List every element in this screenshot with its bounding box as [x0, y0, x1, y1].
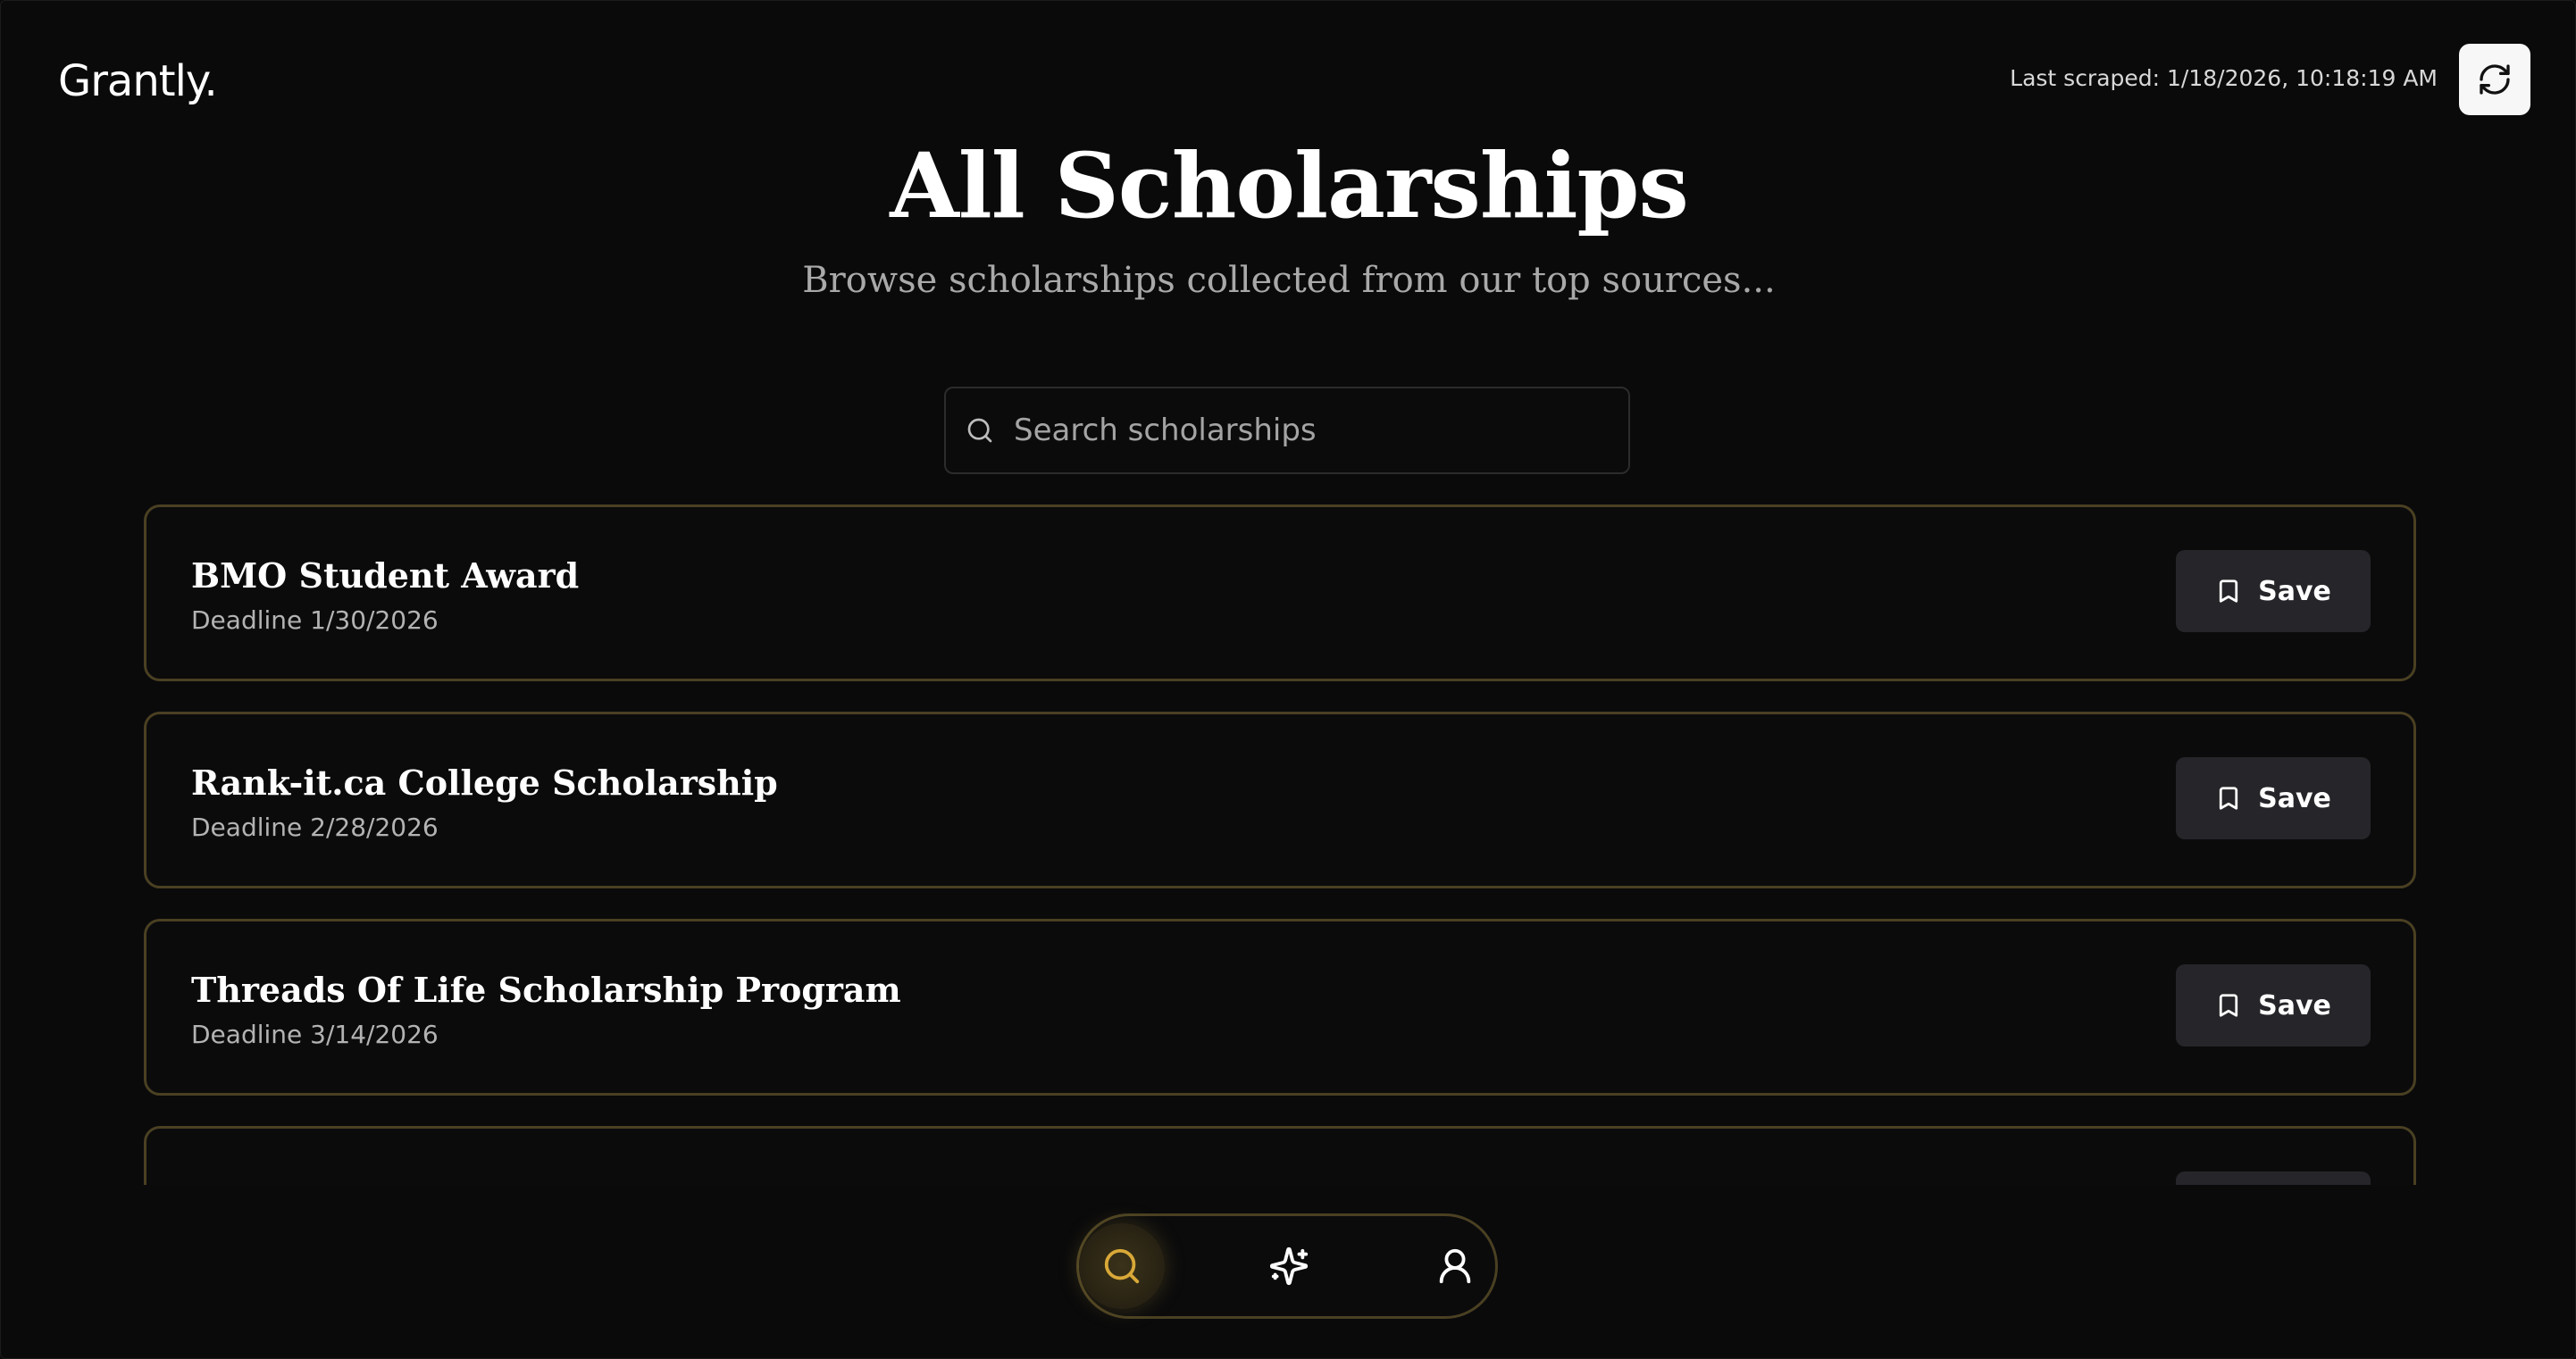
bookmark-icon	[2219, 787, 2238, 810]
scholarship-title[interactable]: Rank-it.ca College Scholarship	[191, 763, 778, 803]
save-button-label: Save	[2258, 782, 2331, 814]
save-button[interactable]	[2176, 1171, 2371, 1185]
bottom-nav	[1076, 1213, 1498, 1319]
scholarship-title[interactable]: BMO Student Award	[191, 555, 579, 596]
search-box[interactable]	[944, 387, 1630, 474]
refresh-button[interactable]	[2459, 44, 2530, 115]
scholarship-list[interactable]: BMO Student Award Deadline 1/30/2026 Sav…	[144, 504, 2416, 1185]
user-icon	[1439, 1248, 1471, 1284]
scholarship-card[interactable]: BMO Student Award Deadline 1/30/2026 Sav…	[144, 504, 2416, 681]
nav-search[interactable]	[1079, 1223, 1165, 1309]
scholarship-card[interactable]	[144, 1126, 2416, 1185]
scholarship-deadline: Deadline 1/30/2026	[191, 605, 439, 635]
save-button-label: Save	[2258, 575, 2331, 607]
search-icon	[1104, 1248, 1140, 1284]
scholarship-card[interactable]: Threads Of Life Scholarship Program Dead…	[144, 919, 2416, 1096]
app-window: Grantly. Last scraped: 1/18/2026, 10:18:…	[0, 0, 2576, 1359]
sparkles-icon	[1269, 1246, 1309, 1286]
page-subtitle: Browse scholarships collected from our t…	[802, 260, 1776, 301]
last-scraped-text: Last scraped: 1/18/2026, 10:18:19 AM	[2010, 65, 2438, 91]
save-button[interactable]: Save	[2176, 964, 2371, 1046]
save-button[interactable]: Save	[2176, 550, 2371, 632]
page-title: All Scholarships	[890, 133, 1689, 238]
save-button-label: Save	[2258, 989, 2331, 1021]
refresh-icon	[2480, 64, 2510, 95]
search-icon	[967, 418, 992, 443]
nav-recommendations[interactable]	[1246, 1223, 1332, 1309]
save-button[interactable]: Save	[2176, 757, 2371, 839]
scholarship-deadline: Deadline 3/14/2026	[191, 1020, 439, 1049]
search-input[interactable]	[1012, 412, 1623, 449]
app-logo[interactable]: Grantly.	[58, 56, 218, 106]
nav-profile[interactable]	[1412, 1223, 1498, 1309]
bookmark-icon	[2219, 579, 2238, 603]
bookmark-icon	[2219, 994, 2238, 1017]
scholarship-title[interactable]: Threads Of Life Scholarship Program	[191, 970, 901, 1010]
scholarship-card[interactable]: Rank-it.ca College Scholarship Deadline …	[144, 712, 2416, 888]
scholarship-deadline: Deadline 2/28/2026	[191, 813, 439, 842]
